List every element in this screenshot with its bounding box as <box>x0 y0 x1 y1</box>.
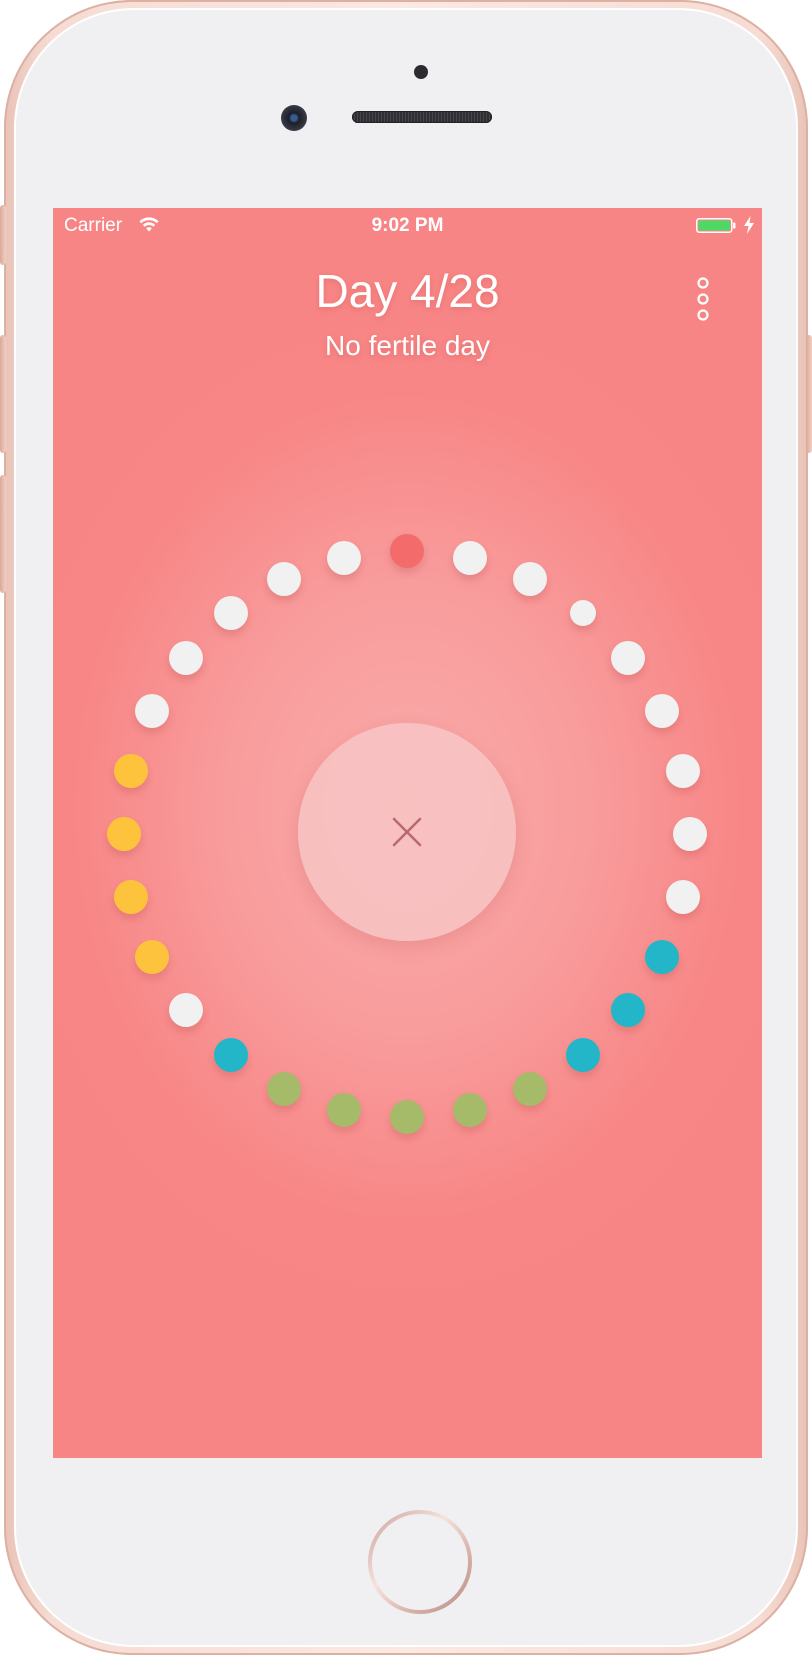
day-dot[interactable] <box>327 541 362 576</box>
earpiece-speaker <box>352 111 492 123</box>
day-dot[interactable] <box>512 1071 547 1106</box>
power-button <box>806 335 812 453</box>
front-camera <box>281 105 307 131</box>
day-dot[interactable] <box>512 562 547 597</box>
day-dot[interactable] <box>114 879 149 914</box>
day-dot[interactable] <box>452 541 487 576</box>
day-dot[interactable] <box>114 754 149 789</box>
day-dot[interactable] <box>611 640 646 675</box>
day-dot[interactable] <box>168 640 203 675</box>
day-dot[interactable] <box>566 1038 601 1073</box>
day-dot[interactable] <box>611 993 646 1028</box>
day-dot[interactable] <box>673 817 707 851</box>
day-dot[interactable] <box>135 939 170 974</box>
app-screen: Carrier 9:02 PM Day 4/28 No fertile day <box>53 208 762 1458</box>
day-dot[interactable] <box>665 754 700 789</box>
day-dot[interactable] <box>107 817 141 851</box>
home-button[interactable] <box>368 1510 472 1614</box>
day-dot[interactable] <box>390 1100 424 1134</box>
day-dot[interactable] <box>644 939 679 974</box>
close-icon <box>392 817 422 847</box>
day-dot[interactable] <box>213 1038 248 1073</box>
day-dot[interactable] <box>665 879 700 914</box>
day-dot[interactable] <box>267 562 302 597</box>
day-dot-current[interactable] <box>390 534 424 568</box>
day-dot[interactable] <box>168 993 203 1028</box>
day-dot[interactable] <box>267 1071 302 1106</box>
day-dot[interactable] <box>327 1092 362 1127</box>
volume-up-button <box>0 335 6 453</box>
proximity-sensor <box>414 65 428 79</box>
center-action-button[interactable] <box>298 723 516 941</box>
mute-switch <box>0 205 6 265</box>
day-dot[interactable] <box>213 595 248 630</box>
day-dot[interactable] <box>452 1092 487 1127</box>
volume-down-button <box>0 475 6 593</box>
day-dot[interactable] <box>644 694 679 729</box>
day-dot[interactable] <box>570 599 597 626</box>
day-dot[interactable] <box>135 694 170 729</box>
